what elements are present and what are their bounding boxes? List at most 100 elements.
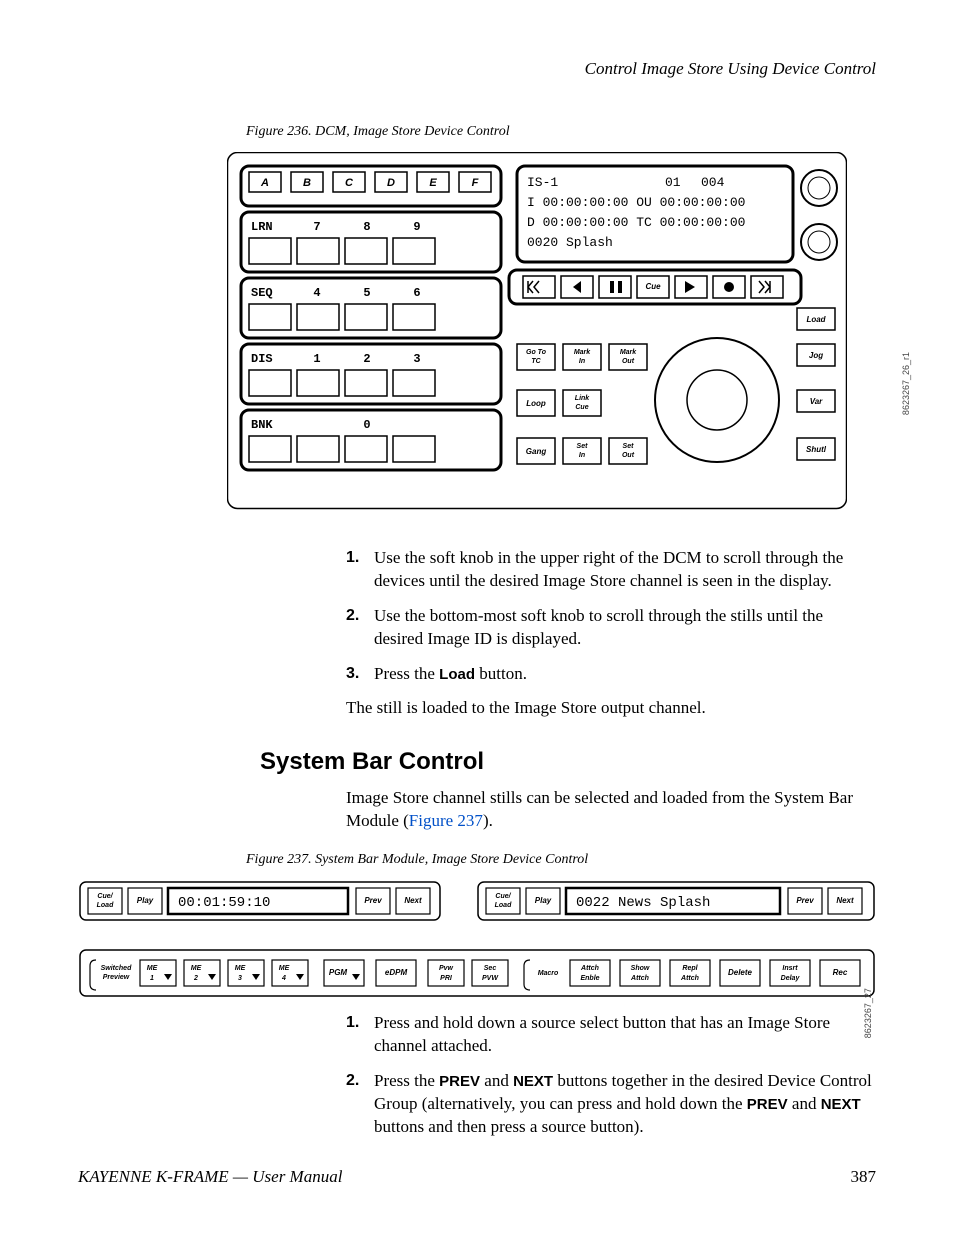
figure-236-side-id: 8623267_26_r1 — [900, 352, 912, 415]
dcm-row-bnk: BNK 0 — [241, 410, 501, 470]
link-cue-button[interactable] — [563, 390, 601, 416]
sysbar-group-a: Cue/ Load Play 00:01:59:10 Prev Next — [80, 882, 440, 920]
cue-load-button-a[interactable] — [88, 888, 122, 914]
sec-pvw-button[interactable] — [472, 960, 508, 986]
svg-text:ME: ME — [191, 965, 202, 972]
svg-text:Loop: Loop — [526, 399, 546, 408]
step-item: Use the bottom-most soft knob to scroll … — [346, 605, 876, 651]
svg-text:Insrt: Insrt — [782, 965, 798, 972]
sysbar-group-b: Cue/ Load Play 0022 News Splash Prev Nex… — [478, 882, 874, 920]
svg-text:Cue/: Cue/ — [495, 893, 511, 900]
svg-text:Load: Load — [495, 902, 512, 909]
dcm-row-dis: DIS 1 2 3 — [241, 344, 501, 404]
running-head: Control Image Store Using Device Control — [78, 58, 876, 81]
svg-text:0022 News Splash: 0022 News Splash — [576, 895, 710, 911]
svg-text:Repl: Repl — [682, 965, 698, 972]
page-footer: KAYENNE K-FRAME — User Manual 387 — [78, 1166, 876, 1189]
svg-text:eDPM: eDPM — [385, 968, 408, 977]
svg-text:Attch: Attch — [630, 975, 649, 982]
mark-in-button[interactable] — [563, 344, 601, 370]
steps-a-followup: The still is loaded to the Image Store o… — [346, 697, 876, 720]
svg-text:BNK: BNK — [251, 418, 273, 432]
set-in-button[interactable] — [563, 438, 601, 464]
svg-text:Gang: Gang — [526, 447, 547, 456]
svg-text:Load: Load — [97, 902, 114, 909]
figure-237-caption: Figure 237. System Bar Module, Image Sto… — [246, 851, 876, 870]
section-intro-post: ). — [483, 811, 493, 830]
pgm-button[interactable]: PGM — [324, 960, 364, 986]
svg-text:IS-1: IS-1 — [527, 175, 558, 190]
figure-236: 8623267_26_r1 A B C D E F — [198, 152, 876, 519]
svg-text:0020 Splash: 0020 Splash — [527, 235, 613, 250]
svg-text:F: F — [472, 177, 479, 189]
goto-tc-button[interactable] — [517, 344, 555, 370]
me-1-button[interactable]: ME 1 — [140, 960, 176, 986]
svg-text:D: D — [387, 177, 395, 189]
svg-text:5: 5 — [363, 286, 370, 300]
dcm-top-row: A B C D E F — [241, 166, 501, 206]
skip-fwd-button[interactable] — [751, 276, 783, 298]
svg-text:In: In — [579, 358, 585, 365]
svg-text:Shutl: Shutl — [806, 445, 827, 454]
svg-text:Jog: Jog — [809, 351, 823, 360]
svg-text:C: C — [345, 177, 354, 189]
svg-text:Cue/: Cue/ — [97, 893, 113, 900]
footer-left: KAYENNE K-FRAME — User Manual — [78, 1166, 342, 1189]
svg-text:7: 7 — [313, 220, 320, 234]
svg-text:1: 1 — [313, 352, 320, 366]
figure-236-caption: Figure 236. DCM, Image Store Device Cont… — [246, 123, 876, 142]
svg-text:B: B — [303, 177, 311, 189]
svg-text:Go To: Go To — [526, 349, 547, 356]
svg-text:DIS: DIS — [251, 352, 273, 366]
svg-text:1: 1 — [150, 975, 154, 982]
svg-text:A: A — [260, 177, 269, 189]
cue-load-button-b[interactable] — [486, 888, 520, 914]
svg-text:2: 2 — [193, 975, 198, 982]
me-3-button[interactable]: ME 3 — [228, 960, 264, 986]
svg-text:Prev: Prev — [796, 896, 814, 905]
dcm-row-lrn: LRN 7 8 9 — [241, 212, 501, 272]
svg-text:Macro: Macro — [538, 970, 559, 977]
insrt-delay-button[interactable] — [770, 960, 810, 986]
step-item: Press the Load button. — [346, 663, 876, 686]
svg-text:Attch: Attch — [680, 975, 699, 982]
footer-page-number: 387 — [851, 1166, 877, 1189]
me-4-button[interactable]: ME 4 — [272, 960, 308, 986]
figure-237-link[interactable]: Figure 237 — [409, 811, 483, 830]
repl-attch-button[interactable] — [670, 960, 710, 986]
svg-text:Set: Set — [623, 443, 635, 450]
set-out-button[interactable] — [609, 438, 647, 464]
svg-text:E: E — [429, 177, 437, 189]
svg-text:8: 8 — [363, 220, 370, 234]
section-heading: System Bar Control — [260, 746, 876, 778]
svg-text:004: 004 — [701, 175, 725, 190]
svg-text:LRN: LRN — [251, 220, 273, 234]
svg-text:Attch: Attch — [580, 965, 599, 972]
svg-text:01: 01 — [665, 175, 681, 190]
svg-text:TC: TC — [531, 358, 541, 365]
svg-text:00:01:59:10: 00:01:59:10 — [178, 895, 270, 911]
svg-text:Next: Next — [404, 896, 422, 905]
show-attch-button[interactable] — [620, 960, 660, 986]
svg-text:PVW: PVW — [482, 975, 499, 982]
sysbar-bottom: Switched Preview ME 1 ME 2 ME 3 — [80, 950, 874, 996]
attch-enble-button[interactable] — [570, 960, 610, 986]
pvw-pri-button[interactable] — [428, 960, 464, 986]
svg-text:Show: Show — [631, 965, 650, 972]
svg-text:0: 0 — [363, 418, 370, 432]
svg-text:Var: Var — [810, 397, 823, 406]
svg-text:ME: ME — [279, 965, 290, 972]
me-2-button[interactable]: ME 2 — [184, 960, 220, 986]
svg-text:6: 6 — [413, 286, 420, 300]
pause-button[interactable] — [599, 276, 631, 298]
svg-text:ME: ME — [235, 965, 246, 972]
mark-out-button[interactable] — [609, 344, 647, 370]
svg-text:Pvw: Pvw — [439, 965, 454, 972]
svg-text:4: 4 — [313, 286, 320, 300]
steps-b: Press and hold down a source select butt… — [346, 1012, 876, 1139]
step-item: Press the PREV and NEXT buttons together… — [346, 1070, 876, 1139]
svg-text:Load: Load — [806, 315, 826, 324]
svg-text:Set: Set — [577, 443, 589, 450]
svg-text:3: 3 — [413, 352, 420, 366]
figure-237: 8623267_27 Cue/ Load Play 00:01:59:10 Pr… — [78, 880, 876, 1007]
